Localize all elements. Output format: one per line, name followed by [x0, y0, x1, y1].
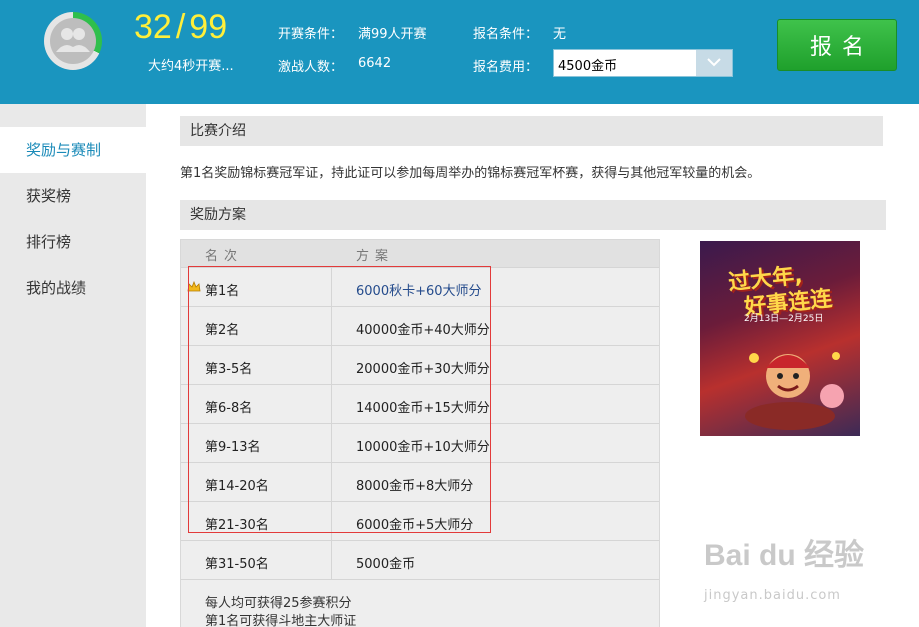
match-header: 32/99 大约4秒开赛... 开赛条件： 满99人开赛 激战人数： 6642 … [0, 0, 919, 104]
signup-button[interactable]: 报名 [777, 19, 897, 71]
max-players: 99 [189, 8, 228, 46]
start-condition-label: 开赛条件： [278, 27, 344, 42]
countdown-text: 大约4秒开赛... [148, 59, 234, 74]
sidebar-item-my-record[interactable]: 我的战绩 [0, 265, 146, 311]
watermark-brand: Bai du 经验 [704, 539, 865, 572]
banner-dates: 2月13日—2月25日 [744, 314, 824, 324]
promo-banner[interactable]: 过大年, 好事连连 2月13日—2月25日 [700, 241, 860, 436]
annotation-box [188, 266, 491, 533]
watermark-url: jingyan.baidu.com [704, 588, 841, 603]
table-notes: 每人均可获得25参赛积分 第1名可获得斗地主大师证 [181, 579, 659, 627]
entry-condition-value: 无 [553, 27, 567, 42]
players-label: 激战人数： [278, 60, 344, 75]
entry-condition-label: 报名条件： [473, 27, 539, 42]
player-count: 32/99 [134, 8, 227, 47]
note-line: 第1名可获得斗地主大师证 [205, 614, 357, 627]
intro-text: 第1名奖励锦标赛冠军证，持此证可以参加每周举办的锦标赛冠军杯赛，获得与其他冠军较… [180, 166, 761, 181]
header-reward: 方案 [356, 249, 395, 264]
sidebar: 奖励与赛制 获奖榜 排行榜 我的战绩 [0, 104, 146, 627]
sidebar-item-winners[interactable]: 获奖榜 [0, 173, 146, 219]
sidebar-item-leaderboard[interactable]: 排行榜 [0, 219, 146, 265]
intro-section-title: 比赛介绍 [180, 116, 883, 146]
entry-fee-label: 报名费用： [473, 60, 539, 75]
entry-fee-value: 4500金币 [558, 59, 618, 74]
players-progress-ring [44, 12, 102, 70]
mascot-illustration [745, 352, 844, 430]
reward-section-title: 奖励方案 [180, 200, 886, 230]
user-group-icon [56, 28, 90, 52]
current-players: 32 [134, 8, 172, 46]
count-separator: / [175, 8, 186, 46]
players-value: 6642 [358, 56, 392, 71]
header-rank: 名次 [205, 249, 244, 264]
rank-cell: 第31-50名 [205, 557, 269, 572]
note-line: 每人均可获得25参赛积分 [205, 596, 352, 611]
table-header: 名次 方案 [181, 240, 659, 267]
table-row: 第31-50名 5000金币 [181, 540, 659, 579]
reward-cell: 5000金币 [356, 557, 416, 572]
dropdown-button[interactable] [696, 50, 732, 76]
sidebar-item-rewards[interactable]: 奖励与赛制 [0, 127, 146, 173]
chevron-down-icon [707, 58, 721, 67]
entry-fee-select[interactable]: 4500金币 [553, 49, 733, 77]
start-condition-value: 满99人开赛 [358, 27, 427, 42]
